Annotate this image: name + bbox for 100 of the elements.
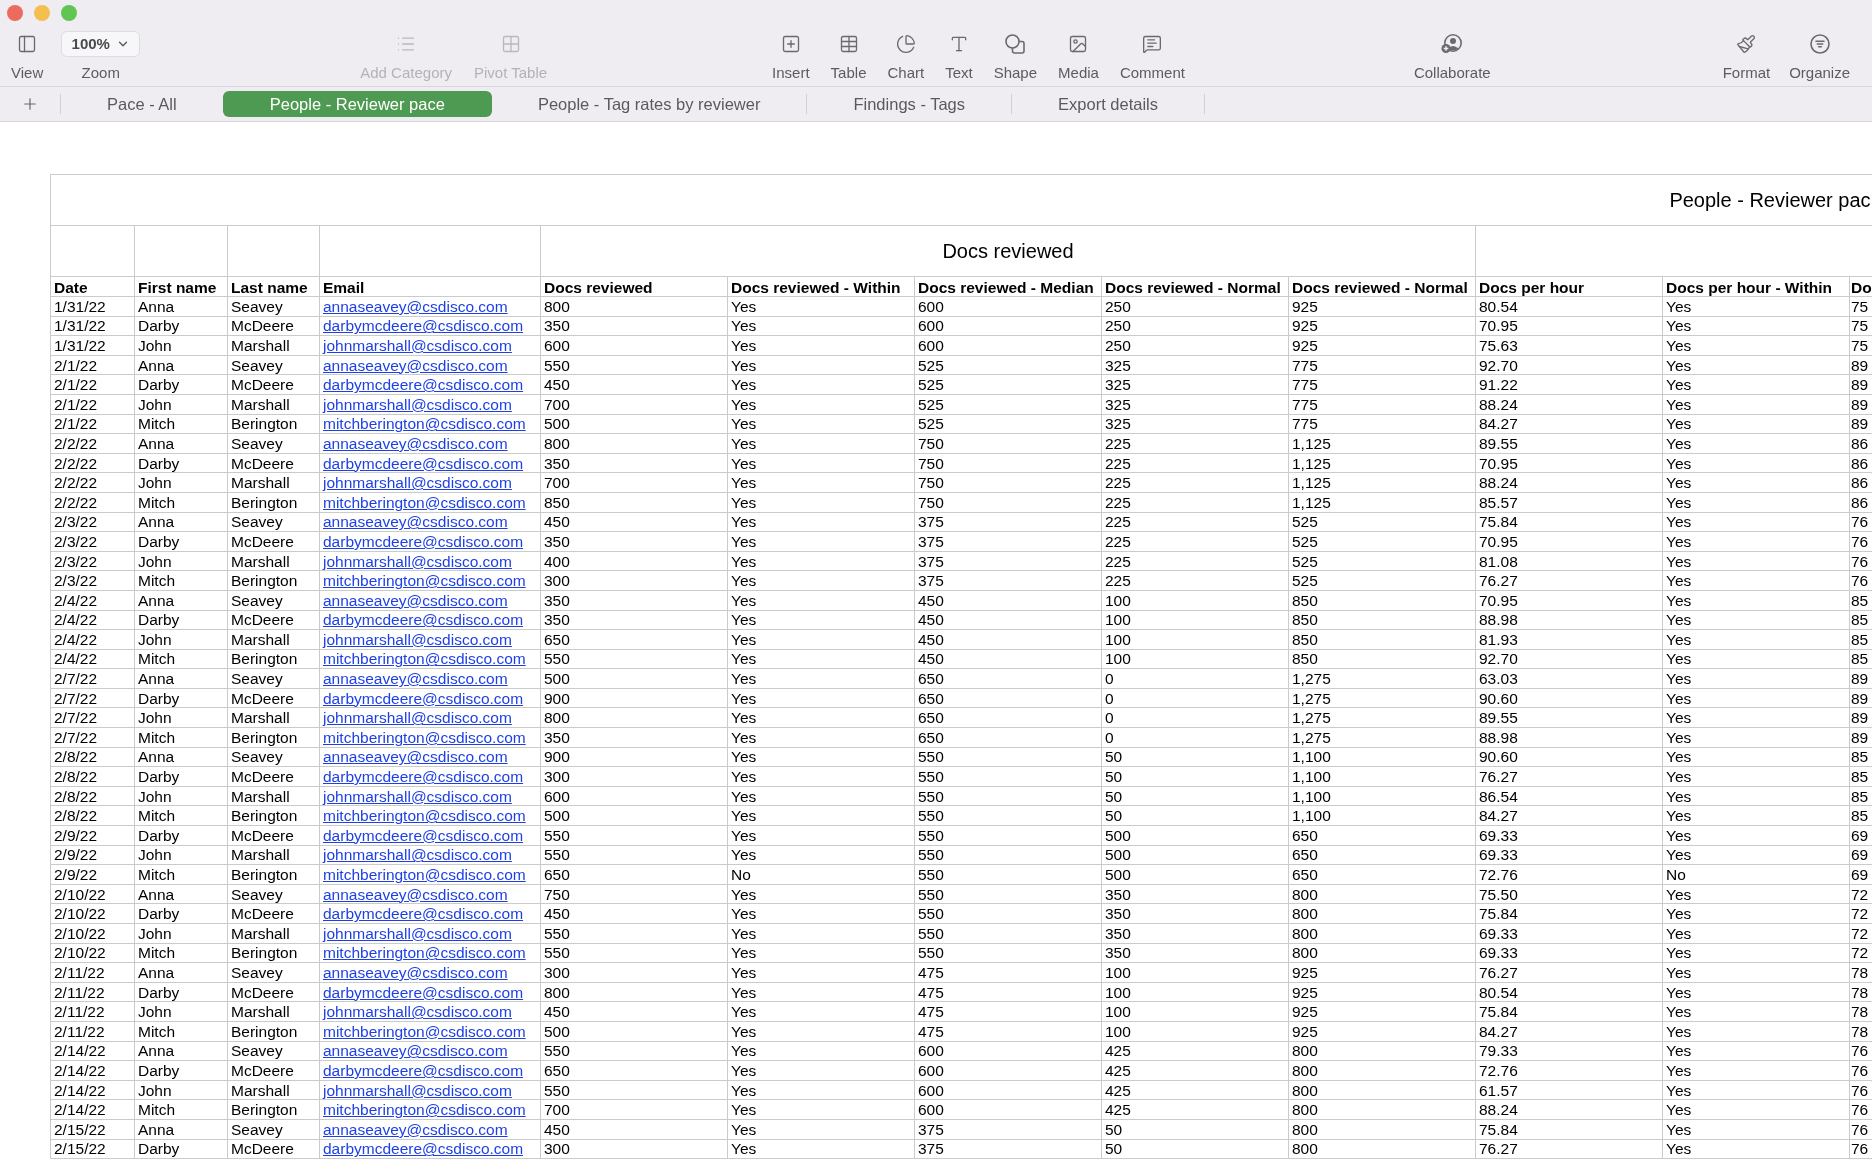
table-cell: 91.22 [1475,374,1663,395]
table-cell: Berington [227,649,320,669]
toolbar-button[interactable]: Chart [887,31,925,81]
table-cell: Marshall [227,845,320,865]
table-cell: Yes [727,747,915,767]
table-cell: 50 [1101,1119,1289,1140]
sheet-tab[interactable]: Pace - All [61,91,223,117]
toolbar-button[interactable]: Organize [1789,31,1851,81]
table-cell: 450 [540,374,728,395]
table-cell: 61.57 [1475,1080,1663,1100]
table-cell: Yes [1662,982,1850,1002]
table-cell: 1,125 [1288,453,1476,473]
table-cell: Anna [134,1041,228,1061]
table-cell: 850 [1288,610,1476,630]
plus-icon [21,95,39,113]
table-cell: Yes [1662,551,1850,571]
table-cell: 550 [540,1041,728,1061]
table-cell: Yes [1662,394,1850,415]
sheet-tab[interactable]: Export details [1012,91,1204,117]
table-cell: Darby [134,1139,228,1159]
table-cell: 450 [540,1119,728,1140]
table-cell: 650 [914,727,1102,748]
table-cell: Seavey [227,1119,320,1140]
table-cell: Yes [1662,512,1850,532]
table-cell: 50 [1101,766,1289,787]
table-cell: 525 [914,414,1102,434]
sheet-tab[interactable]: People - Tag rates by reviewer [491,91,807,117]
table-cell: 700 [540,472,728,493]
table-cell: McDeere [227,1139,320,1159]
toolbar-button[interactable]: Format [1722,31,1771,81]
table-cell: 650 [540,864,728,885]
toolbar-button[interactable]: Insert [772,31,810,81]
table-cell: 100 [1101,962,1289,983]
table-cell: 76.27 [1475,570,1663,591]
toolbar-button[interactable]: Collaborate [1413,31,1491,81]
table-cell: Yes [1662,335,1850,356]
table-cell: Yes [727,923,915,944]
toolbar-button[interactable]: View [11,31,44,81]
table-cell: McDeere [227,903,320,924]
table-cell: 925 [1288,296,1476,317]
table-cell: Yes [727,845,915,865]
zoom-dropdown[interactable]: 100% [61,31,141,57]
table-cell: 76.27 [1475,1139,1663,1159]
table-cell: 600 [914,296,1102,317]
table-cell: Mitch [134,570,228,591]
table-title: People - Reviewer pac [1669,189,1871,211]
table-cell: 775 [1288,355,1476,375]
table-cell: Yes [727,668,915,689]
table-cell: 500 [1101,825,1289,846]
table-cell: 600 [914,1060,1102,1081]
table-cell: 750 [914,433,1102,454]
shapes-icon [1005,34,1026,54]
table-cell: 650 [914,688,1102,708]
table-cell: 375 [914,1139,1102,1159]
table-cell: Marshall [227,394,320,415]
toolbar-button[interactable]: Shape [993,31,1038,81]
table-cell: Yes [1662,1001,1850,1022]
table-cell: 425 [1101,1060,1289,1081]
table-cell: Yes [1662,433,1850,454]
table-cell: Darby [134,453,228,473]
table-cell: 2/3/22 [50,570,135,591]
table-cell: 76.27 [1475,766,1663,787]
comment-icon [1142,34,1163,54]
table-cell: 800 [1288,1080,1476,1100]
table-cell: 225 [1101,551,1289,571]
window-zoom-icon[interactable] [61,5,77,21]
toolbar-button[interactable]: Comment [1119,31,1185,81]
table-cell: Berington [227,414,320,434]
table-cell: 1,125 [1288,492,1476,513]
table-cell: Yes [727,492,915,513]
table-cell: 450 [540,1001,728,1022]
table-cell: 1/31/22 [50,335,135,356]
table-cell: 2/2/22 [50,492,135,513]
table-cell: Yes [727,727,915,748]
window-minimize-icon[interactable] [34,5,50,21]
table-cell: 900 [540,747,728,767]
table-cell: 88.24 [1475,1099,1663,1120]
table-cell: Yes [727,610,915,630]
table-cell: 70.95 [1475,590,1663,610]
table-cell: Anna [134,747,228,767]
table-cell: John [134,786,228,806]
table-cell: Yes [727,903,915,924]
column-header: Date [50,276,135,297]
table-cell: John [134,1001,228,1022]
table-cell: Marshall [227,707,320,728]
table-cell: 250 [1101,316,1289,336]
table-cell: 325 [1101,414,1289,434]
table-cell: 81.93 [1475,629,1663,650]
table-cell: 700 [540,394,728,415]
table-cell: 225 [1101,570,1289,591]
toolbar-button[interactable]: Text [945,31,973,81]
window-close-icon[interactable] [7,5,23,21]
column-group-header: Docs reviewed [942,240,1074,262]
toolbar-button[interactable]: Table [830,31,867,81]
table-cell: 2/8/22 [50,766,135,787]
table-cell: Mitch [134,805,228,826]
table-cell: John [134,394,228,415]
table-cell: 600 [914,1099,1102,1120]
sheet-tab[interactable]: Findings - Tags [807,91,1012,117]
toolbar-button[interactable]: Media [1058,31,1099,81]
